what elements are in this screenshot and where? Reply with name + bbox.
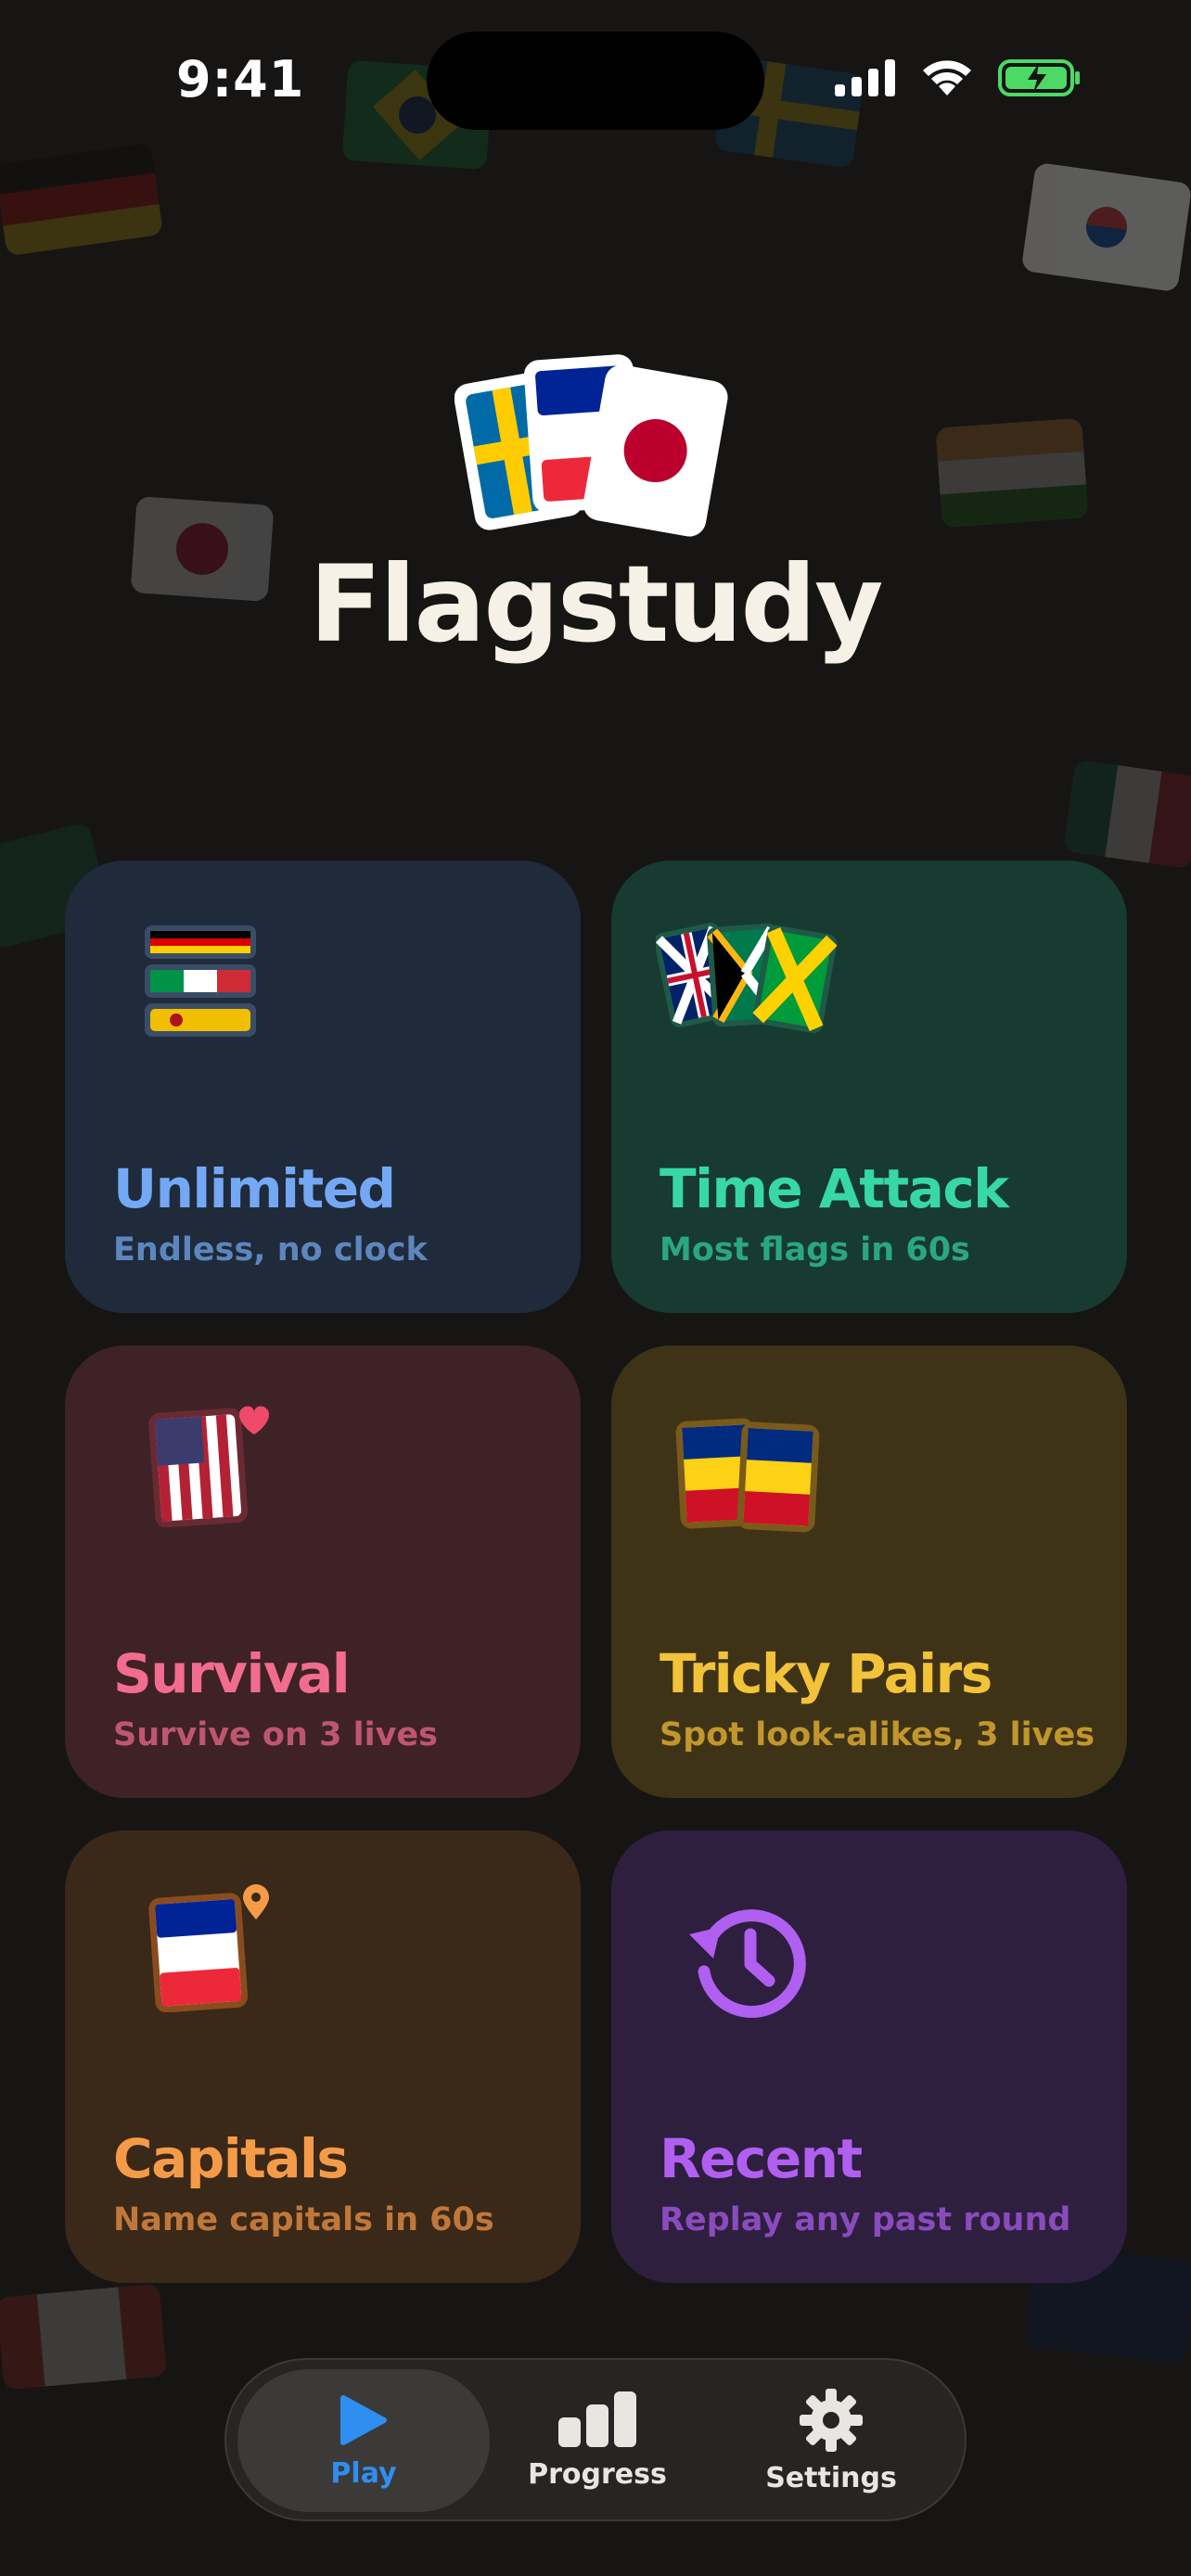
mode-card-time-attack[interactable]: Time Attack Most flags in 60s xyxy=(611,861,1127,1313)
background-flag-mexico xyxy=(1062,759,1191,870)
mode-subtitle: Most flags in 60s xyxy=(660,1231,970,1269)
app-logo-icon xyxy=(455,354,728,537)
tab-label: Progress xyxy=(528,2457,667,2491)
mode-subtitle: Spot look-alikes, 3 lives xyxy=(660,1716,1095,1753)
status-icons xyxy=(835,57,1082,98)
mode-label: Unlimited xyxy=(113,1157,396,1220)
background-flag-india xyxy=(935,417,1089,529)
mode-label: Survival xyxy=(113,1642,351,1705)
signal-icon xyxy=(835,59,895,96)
mode-label: Recent xyxy=(660,2127,863,2190)
mode-subtitle: Survive on 3 lives xyxy=(113,1716,438,1753)
tab-settings[interactable]: Settings xyxy=(705,2369,957,2512)
us-flag-heart-icon xyxy=(148,1406,269,1527)
tab-bar: Play Progress Settings xyxy=(224,2358,967,2521)
history-icon xyxy=(689,1909,806,2018)
app-title: Flagstudy xyxy=(309,542,884,666)
mode-card-unlimited[interactable]: Unlimited Endless, no clock xyxy=(65,861,581,1313)
status-time: 9:41 xyxy=(176,50,305,108)
mode-subtitle: Endless, no clock xyxy=(113,1231,428,1269)
mode-card-survival[interactable]: Survival Survive on 3 lives xyxy=(65,1345,581,1798)
mode-label: Time Attack xyxy=(660,1157,1009,1220)
mode-label: Capitals xyxy=(113,2127,349,2190)
tab-label: Play xyxy=(330,2456,397,2490)
mode-card-capitals[interactable]: Capitals Name capitals in 60s xyxy=(65,1830,581,2283)
wifi-icon xyxy=(923,60,971,96)
bar-chart-icon xyxy=(558,2391,636,2447)
mode-subtitle: Name capitals in 60s xyxy=(113,2201,494,2238)
gear-icon xyxy=(800,2388,863,2452)
status-bar: 9:41 xyxy=(0,0,1191,158)
flag-location-pin-icon xyxy=(148,1884,269,2012)
battery-charging-icon xyxy=(998,59,1080,96)
mode-card-tricky-pairs[interactable]: Tricky Pairs Spot look-alikes, 3 lives xyxy=(611,1345,1127,1798)
stacked-flags-icon xyxy=(145,925,256,1037)
mode-subtitle: Replay any past round xyxy=(660,2201,1071,2238)
mode-card-recent[interactable]: Recent Replay any past round xyxy=(611,1830,1127,2283)
play-icon xyxy=(340,2394,387,2445)
lookalike-flags-icon xyxy=(675,1418,820,1533)
background-flag-south-korea xyxy=(1020,161,1191,293)
fanned-flags-icon xyxy=(656,923,838,1034)
tab-progress[interactable]: Progress xyxy=(471,2369,724,2512)
dynamic-island xyxy=(427,32,764,130)
tab-label: Settings xyxy=(765,2461,897,2494)
mode-label: Tricky Pairs xyxy=(660,1642,992,1705)
background-flag-germany xyxy=(0,142,164,257)
background-flag-canada xyxy=(0,2283,168,2391)
tab-play[interactable]: Play xyxy=(237,2369,490,2512)
